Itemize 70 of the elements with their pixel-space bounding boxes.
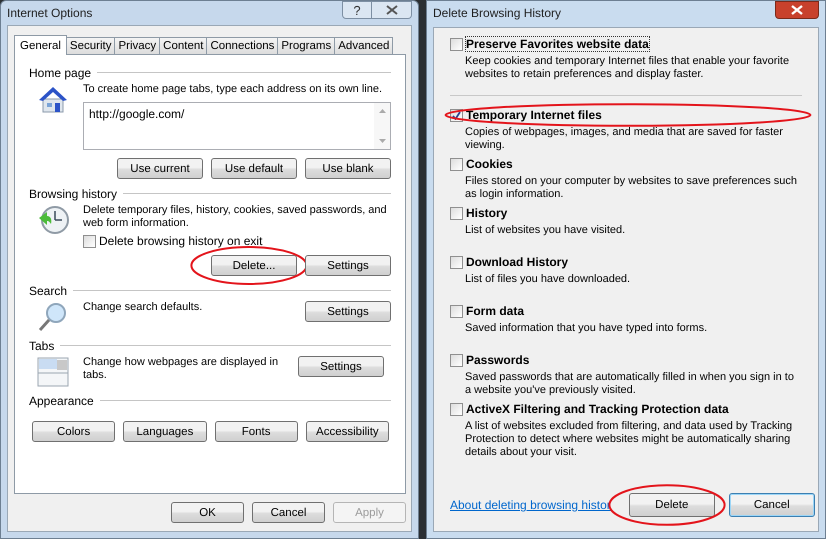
search-icon [37,301,69,333]
option-description: A list of websites excluded from filtering, and data used by Tracking Protection to detect where websites might be automatically sharing details about your visit. [465,420,794,459]
category-checkbox[interactable]: Download History [450,255,568,269]
window-title: Delete Browsing History [433,6,562,20]
clock-icon [37,204,69,236]
option-description: List of websites you have visited. [465,224,626,237]
tabs-settings-button[interactable]: Settings [298,356,384,377]
checkbox[interactable] [450,354,463,366]
tab[interactable]: Security [66,37,116,54]
option-description: Saved information that you have typed into forms. [465,322,708,335]
scroll-up-icon[interactable] [378,109,386,113]
home-page-button[interactable]: Use default [211,158,297,179]
dialog-button[interactable]: OK [171,502,244,523]
help-link[interactable]: About deleting browsing histor [450,498,611,512]
option-description: Files stored on your computer by websites to save preferences such as login information. [465,175,798,201]
search-description: Change search defaults. [83,301,204,314]
close-icon [386,5,398,15]
preserve-favorites-checkbox[interactable]: Preserve Favorites website data [450,37,802,51]
home-page-button[interactable]: Use current [117,158,203,179]
close-icon [791,5,803,15]
tab[interactable]: Advanced [334,37,394,54]
close-button[interactable] [775,1,819,19]
category-checkbox[interactable]: Cookies [450,157,513,171]
checkbox[interactable] [450,206,463,220]
close-button[interactable] [372,1,412,19]
checkbox[interactable] [450,256,463,268]
tabs-description: Change how webpages are displayed in tabs. [83,356,280,382]
option-description: List of files you have downloaded. [465,273,632,286]
tab[interactable]: Privacy [114,37,160,54]
browsing-history-description: Delete temporary files, history, cookies, saved passwords, and web form information. [83,204,388,230]
window-title: Internet Options [7,6,92,20]
home-page-instructions: To create home page tabs, type each address on its own line. [83,83,384,96]
category-checkbox[interactable]: ActiveX Filtering and Tracking Protection data [450,402,729,416]
category-checkbox[interactable]: Form data [450,304,524,318]
home-page-button[interactable]: Use blank [305,158,391,179]
section-heading: Tabs [29,338,54,352]
home-page-field[interactable]: http://google.com/ [83,102,391,150]
scroll-down-icon[interactable] [378,139,386,143]
tab[interactable]: Content [159,37,208,54]
search-settings-button[interactable]: Settings [305,301,391,322]
option-description: Keep cookies and temporary Internet files that enable your favorite websites to retain preferences and display faster. [465,55,790,81]
dialog-button[interactable]: Cancel [728,493,815,517]
tab[interactable]: Programs [277,37,336,54]
option-description: Copies of webpages, images, and media that are saved for faster viewing. [465,126,784,152]
checkbox[interactable] [83,234,96,248]
browsing-history-button[interactable]: Delete... [211,255,297,276]
section-heading: Appearance [29,394,94,408]
tab[interactable]: General [14,35,67,55]
category-checkbox[interactable]: History [450,206,508,220]
scrollbar[interactable] [374,103,390,149]
tab[interactable]: Connections [206,37,278,54]
delete-on-exit-checkbox[interactable]: Delete browsing history on exit [83,234,391,248]
category-checkbox[interactable]: Passwords [450,353,530,367]
option-description: Saved passwords that are automatically filled in when you sign in to a website you've previously visited. [465,371,795,397]
appearance-button[interactable]: Accessibility [306,421,389,442]
section-heading: Search [29,284,68,298]
checkbox[interactable] [450,38,463,50]
tabs-icon [37,356,69,388]
checkbox[interactable] [450,402,463,416]
browsing-history-button[interactable]: Settings [305,255,391,276]
dialog-button[interactable]: Delete [628,493,715,517]
appearance-button[interactable]: Fonts [214,421,298,442]
dialog-button[interactable]: Cancel [252,502,325,523]
appearance-button[interactable]: Languages [123,421,206,442]
checkbox[interactable] [450,304,463,318]
appearance-button[interactable]: Colors [32,421,116,442]
checkbox[interactable] [450,158,463,170]
help-button[interactable]: ? [342,1,372,19]
section-heading: Browsing history [29,186,118,200]
section-heading: Home page [29,66,92,80]
